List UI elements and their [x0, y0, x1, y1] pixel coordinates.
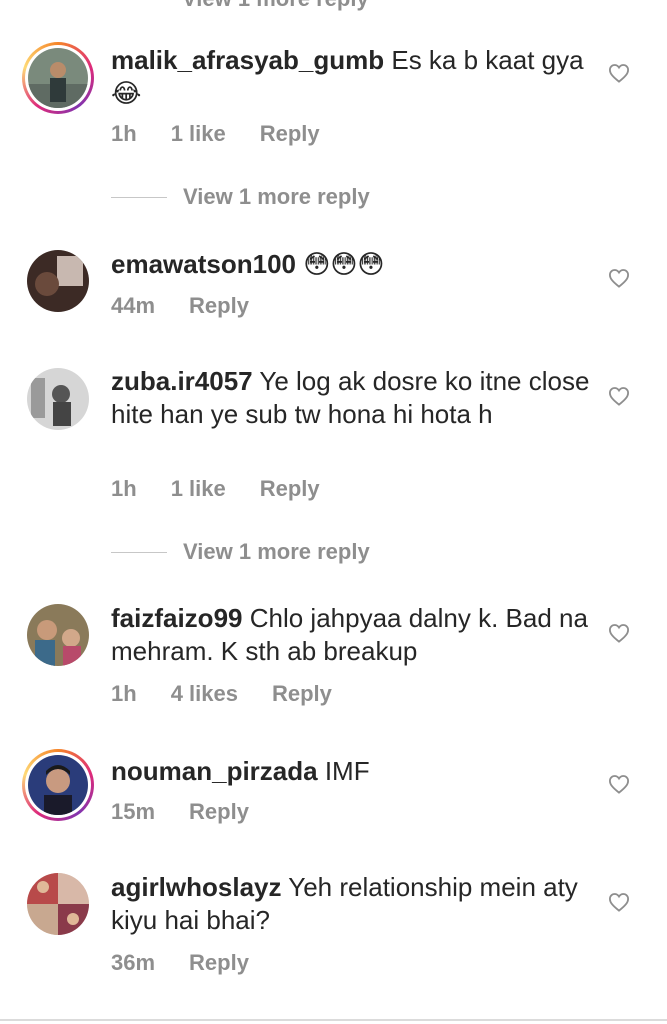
- emoji: 😂: [111, 79, 142, 109]
- view-more-label[interactable]: View 1 more reply: [183, 184, 370, 210]
- comment-text: faizfaizo99 Chlo jahpyaa dalny k. Bad na…: [111, 602, 601, 668]
- bottom-divider: [0, 1019, 667, 1021]
- comment-time: 1h: [111, 121, 137, 146]
- comment-body: Es ka b kaat gya: [384, 45, 584, 75]
- comment-username[interactable]: zuba.ir4057: [111, 366, 253, 396]
- reply-button[interactable]: Reply: [260, 121, 320, 147]
- view-more-replies[interactable]: View 1 more reply: [111, 184, 370, 210]
- comment-text: malik_afrasyab_gumb Es ka b kaat gya 😂: [111, 44, 601, 111]
- heart-icon[interactable]: [608, 623, 630, 643]
- heart-icon[interactable]: [608, 386, 630, 406]
- comment-text: emawatson100 😳😳😳: [111, 248, 601, 282]
- divider-line: [111, 196, 167, 198]
- reply-button[interactable]: Reply: [272, 681, 332, 707]
- reply-button[interactable]: Reply: [189, 950, 249, 976]
- comment-time: 44m: [111, 293, 156, 318]
- heart-icon[interactable]: [608, 63, 630, 83]
- comment-time: 1h: [111, 476, 137, 501]
- comment-username[interactable]: agirlwhoslayz: [111, 872, 282, 902]
- comment-username[interactable]: malik_afrasyab_gumb: [111, 45, 384, 75]
- comment-text: zuba.ir4057 Ye log ak dosre ko itne clos…: [111, 365, 601, 431]
- comment-time: 36m: [111, 950, 156, 975]
- comment-time: 15m: [111, 799, 156, 824]
- comment-meta: 36m Reply: [111, 950, 283, 976]
- avatar[interactable]: [27, 250, 89, 312]
- avatar[interactable]: [28, 48, 88, 108]
- reply-button[interactable]: Reply: [260, 476, 320, 502]
- view-more-label[interactable]: View 1 more reply: [183, 539, 370, 565]
- comment-likes[interactable]: 4 likes: [171, 681, 238, 707]
- avatar-story-ring[interactable]: [22, 42, 94, 114]
- heart-icon[interactable]: [608, 892, 630, 912]
- comment-time: 1h: [111, 681, 137, 706]
- comment-meta: 15m Reply: [111, 799, 283, 825]
- comment-meta: 1h 4 likes Reply: [111, 681, 366, 707]
- divider-line: [111, 551, 167, 553]
- avatar[interactable]: [27, 368, 89, 430]
- comment-username[interactable]: emawatson100: [111, 249, 296, 279]
- avatar-story-ring[interactable]: [22, 749, 94, 821]
- comment-username[interactable]: nouman_pirzada: [111, 756, 318, 786]
- partial-view-more-reply[interactable]: View 1 more reply: [182, 0, 369, 12]
- heart-icon[interactable]: [608, 268, 630, 288]
- comment-text: agirlwhoslayz Yeh relationship mein aty …: [111, 871, 601, 937]
- comment-username[interactable]: faizfaizo99: [111, 603, 243, 633]
- comment-likes[interactable]: 1 like: [171, 476, 226, 502]
- avatar[interactable]: [28, 755, 88, 815]
- comment-meta: 1h 1 like Reply: [111, 121, 354, 147]
- comment-text: nouman_pirzada IMF: [111, 755, 601, 788]
- heart-icon[interactable]: [608, 774, 630, 794]
- comment-body: IMF: [317, 756, 370, 786]
- comment-meta: 44m Reply: [111, 293, 283, 319]
- comment-likes[interactable]: 1 like: [171, 121, 226, 147]
- reply-button[interactable]: Reply: [189, 799, 249, 825]
- emoji: 😳😳😳: [303, 250, 385, 280]
- view-more-replies[interactable]: View 1 more reply: [111, 539, 370, 565]
- comment-meta: 1h 1 like Reply: [111, 476, 354, 502]
- avatar[interactable]: [27, 604, 89, 666]
- reply-button[interactable]: Reply: [189, 293, 249, 319]
- avatar[interactable]: [27, 873, 89, 935]
